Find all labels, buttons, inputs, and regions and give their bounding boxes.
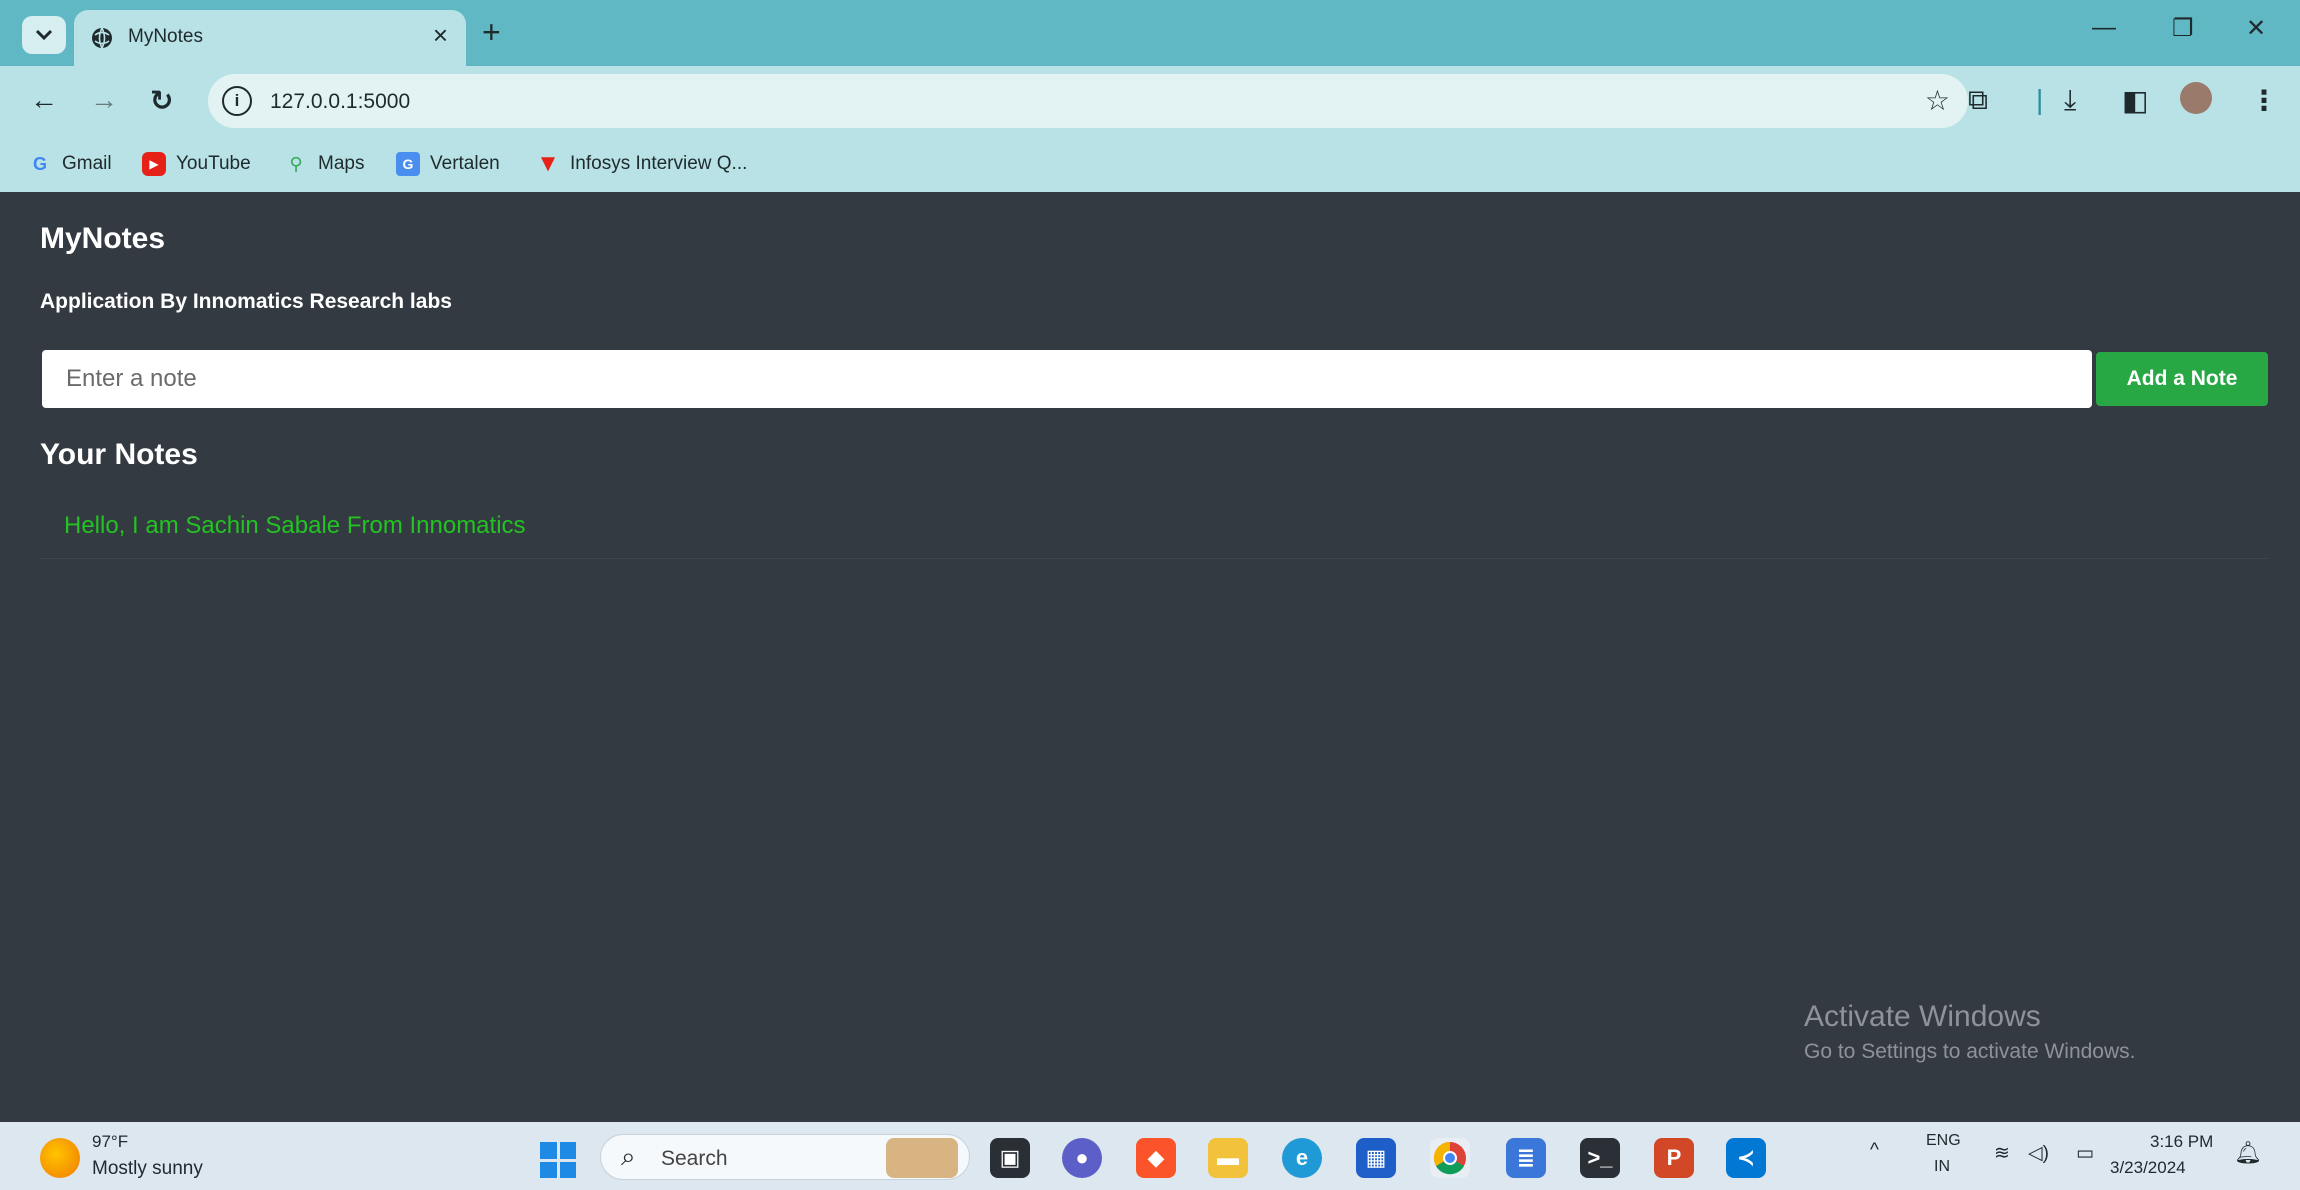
note-list: Hello, I am Sachin Sabale From Innomatic… — [40, 498, 2268, 559]
app-title: MyNotes — [40, 222, 166, 255]
note-item: Hello, I am Sachin Sabale From Innomatic… — [40, 498, 2268, 559]
notepad-icon[interactable]: ≣ — [1506, 1138, 1546, 1178]
new-tab-button[interactable]: + — [482, 16, 501, 48]
clock-date[interactable]: 3/23/2024 — [2110, 1158, 2186, 1178]
brave-icon[interactable]: ◆ — [1136, 1138, 1176, 1178]
toolbar-divider: | — [2036, 84, 2044, 115]
translate-icon: G — [396, 152, 420, 176]
activate-windows-title: Activate Windows — [1804, 1000, 2041, 1033]
search-icon: ⌕ — [621, 1141, 636, 1171]
download-icon[interactable]: ⤓ — [2064, 84, 2076, 117]
notification-bell-icon[interactable]: 🔔︎ — [2234, 1140, 2262, 1166]
youtube-icon: ▶ — [142, 152, 166, 176]
tab-strip: MyNotes × + — ❐ ✕ — [0, 0, 2300, 66]
page-content: MyNotes Application By Innomatics Resear… — [8, 192, 2292, 1122]
tab-search-button[interactable] — [22, 16, 66, 54]
close-tab-icon[interactable]: × — [433, 20, 448, 51]
chevron-down-icon — [35, 29, 53, 41]
tray-overflow-icon[interactable]: ^ — [1870, 1140, 1879, 1162]
edge-icon[interactable]: e — [1282, 1138, 1322, 1178]
taskbar: 97°F Mostly sunny ⌕ Search ▣ ● ◆ ▬ e ▦ ≣… — [0, 1122, 2300, 1190]
language-region[interactable]: IN — [1934, 1158, 1950, 1176]
file-explorer-icon[interactable]: ▬ — [1208, 1138, 1248, 1178]
bookmark-maps[interactable]: ⚲ Maps — [284, 152, 364, 176]
browser-toolbar: ← → ↻ i 127.0.0.1:5000 ☆ ⧉ | ⤓ ◧ ⋮ — [0, 66, 2300, 138]
windows-logo-pane — [559, 1161, 576, 1178]
site-info-icon[interactable]: i — [222, 86, 252, 116]
chat-icon[interactable]: ● — [1062, 1138, 1102, 1178]
powerpoint-icon[interactable]: P — [1654, 1138, 1694, 1178]
app-subtitle: Application By Innomatics Research labs — [40, 290, 452, 313]
bookmarks-bar: G Gmail ▶ YouTube ⚲ Maps G Vertalen ▼ In… — [0, 138, 2300, 192]
tab-title: MyNotes — [128, 26, 203, 47]
notes-heading: Your Notes — [40, 438, 198, 471]
menu-kebab-icon[interactable]: ⋮ — [2250, 84, 2278, 117]
globe-icon — [92, 27, 112, 49]
restore-icon[interactable]: ❐ — [2172, 14, 2194, 43]
volume-icon[interactable]: ◁) — [2028, 1142, 2049, 1165]
task-view-icon[interactable]: ▣ — [990, 1138, 1030, 1178]
bookmark-star-icon[interactable]: ☆ — [1925, 84, 1950, 117]
bookmark-label: Vertalen — [430, 153, 500, 174]
clock-time[interactable]: 3:16 PM — [2150, 1132, 2213, 1152]
reload-icon[interactable]: ↻ — [150, 84, 173, 117]
bookmark-youtube[interactable]: ▶ YouTube — [142, 152, 251, 176]
terminal-icon[interactable]: >_ — [1580, 1138, 1620, 1178]
start-button[interactable] — [540, 1142, 576, 1178]
vscode-icon[interactable]: ≺ — [1726, 1138, 1766, 1178]
browser-chrome: MyNotes × + — ❐ ✕ ← → ↻ i 127.0.0.1:5000… — [0, 0, 2300, 192]
windows-logo-pane — [540, 1142, 557, 1159]
address-url: 127.0.0.1:5000 — [270, 90, 411, 113]
chrome-icon[interactable] — [1430, 1138, 1470, 1178]
note-input[interactable] — [42, 350, 2092, 408]
bookmark-vertalen[interactable]: G Vertalen — [396, 152, 500, 176]
extensions-icon[interactable]: ⧉ — [1968, 84, 1988, 117]
forward-icon[interactable]: → — [90, 84, 118, 116]
minimize-icon[interactable]: — — [2092, 14, 2116, 42]
maps-icon: ⚲ — [289, 154, 303, 174]
bookmark-label: Gmail — [62, 153, 112, 174]
search-highlight-image — [886, 1138, 958, 1178]
battery-icon[interactable]: ▭ — [2076, 1142, 2094, 1165]
windows-logo-pane — [559, 1142, 576, 1159]
weather-condition[interactable]: Mostly sunny — [92, 1158, 203, 1180]
infosys-icon: ▼ — [536, 150, 560, 177]
bookmark-label: Infosys Interview Q... — [570, 153, 748, 174]
bookmark-infosys[interactable]: ▼ Infosys Interview Q... — [536, 152, 747, 176]
chrome-logo — [1433, 1141, 1466, 1175]
gmail-icon: G — [32, 154, 47, 174]
add-note-button[interactable]: Add a Note — [2096, 352, 2268, 406]
address-bar[interactable]: i 127.0.0.1:5000 ☆ — [208, 74, 1968, 128]
store-icon[interactable]: ▦ — [1356, 1138, 1396, 1178]
bookmark-gmail[interactable]: G Gmail — [28, 152, 112, 176]
windows-logo-pane — [540, 1161, 557, 1178]
language-code[interactable]: ENG — [1926, 1132, 1961, 1150]
profile-avatar[interactable] — [2180, 82, 2212, 114]
back-icon[interactable]: ← — [30, 84, 58, 116]
close-window-icon[interactable]: ✕ — [2246, 14, 2266, 43]
wifi-icon[interactable]: ≋ — [1994, 1142, 2010, 1165]
bookmark-label: YouTube — [176, 153, 251, 174]
bookmark-label: Maps — [318, 153, 365, 174]
side-panel-icon[interactable]: ◧ — [2122, 84, 2148, 117]
search-label: Search — [661, 1147, 728, 1170]
activate-windows-hint: Go to Settings to activate Windows. — [1804, 1040, 2136, 1063]
weather-temperature[interactable]: 97°F — [92, 1132, 128, 1152]
browser-tab[interactable]: MyNotes × — [74, 10, 466, 66]
weather-sun-icon[interactable] — [40, 1138, 80, 1178]
